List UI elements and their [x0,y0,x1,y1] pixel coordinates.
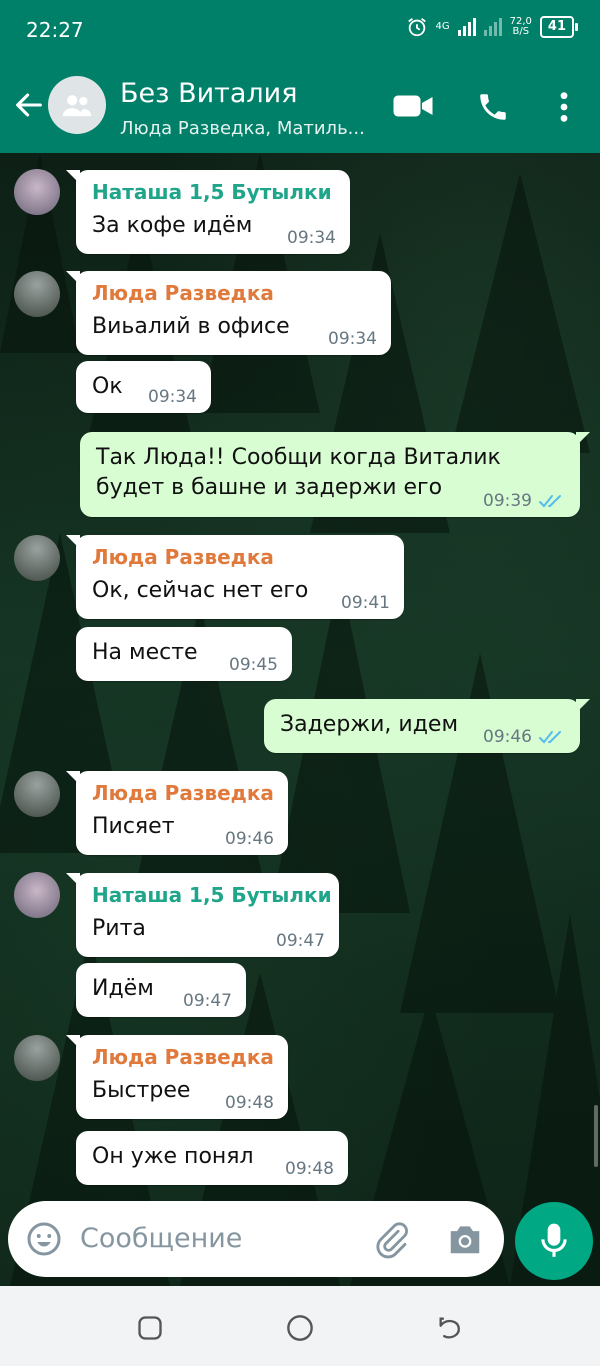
message-sender: Люда Разведка [92,781,274,805]
message-bubble[interactable]: Наташа 1,5 Бутылки Рита 09:47 [66,873,339,957]
read-ticks-icon [539,731,561,744]
message-text: Он уже понял [92,1144,254,1169]
message-time: 09:47 [183,991,232,1011]
message-text: Виьалий в офисе [92,314,290,339]
message-time: 09:34 [287,228,336,248]
system-nav-bar [0,1286,600,1366]
camera-icon[interactable] [446,1221,484,1257]
message-text: Писяет [92,814,175,839]
chat-area[interactable]: Наташа 1,5 Бутылки За кофе идём 09:34 Лю… [0,153,600,1286]
message-bubble[interactable]: На месте 09:45 [76,627,292,681]
message-sender: Люда Разведка [92,545,274,569]
message-bubble-outgoing[interactable]: Так Люда!! Сообщи когда Виталик будет в … [80,432,590,517]
video-call-icon[interactable] [392,90,434,122]
message-text: За кофе идём [92,213,253,238]
sender-avatar[interactable] [14,169,60,215]
message-bubble[interactable]: Идём 09:47 [76,963,246,1017]
message-time: 09:48 [225,1093,274,1113]
message-time: 09:34 [328,329,377,349]
message-time: 09:46 [225,829,274,849]
group-avatar[interactable] [48,76,106,134]
message-bubble[interactable]: Люда Разведка Писяет 09:46 [66,771,288,855]
message-text: Рита [92,916,146,941]
message-text: На месте [92,640,198,665]
network-type: 4G [435,21,450,32]
microphone-icon [541,1223,567,1257]
sender-avatar[interactable] [14,872,60,918]
message-text: Ок [92,374,123,399]
message-sender: Наташа 1,5 Бутылки [92,883,332,907]
message-text: Так Люда!! Сообщи когда Виталик [96,445,501,470]
signal-icon [457,18,476,36]
voice-message-button[interactable] [515,1202,593,1280]
message-bubble[interactable]: Ок 09:34 [76,361,211,413]
emoji-icon[interactable] [26,1221,62,1257]
chat-header: Без Виталия Люда Разведка, Матиль... [0,58,600,153]
battery-icon: 41 [539,16,579,38]
message-sender: Наташа 1,5 Бутылки [92,180,332,204]
back-arrow-icon[interactable] [12,88,46,122]
attach-icon[interactable] [372,1221,410,1259]
message-time: 09:45 [229,655,278,675]
chat-participants[interactable]: Люда Разведка, Матиль... [120,118,380,139]
message-text: Ок, сейчас нет его [92,578,309,603]
message-time: 09:34 [148,387,197,407]
message-bubble[interactable]: Люда Разведка Быстрее 09:48 [66,1035,288,1119]
message-bubble[interactable]: Люда Разведка Ок, сейчас нет его 09:41 [66,535,404,619]
message-input-bar[interactable]: Сообщение [8,1201,504,1277]
sender-avatar[interactable] [14,535,60,581]
message-bubble[interactable]: Люда Разведка Виьалий в офисе 09:34 [66,271,391,355]
message-bubble[interactable]: Он уже понял 09:48 [76,1131,348,1185]
message-sender: Люда Разведка [92,1045,274,1069]
home-icon[interactable] [286,1314,314,1342]
message-text: будет в башне и задержи его [96,475,443,500]
network-speed: 72,0 B/S [509,16,532,37]
signal-icon-2 [483,18,502,36]
sender-avatar[interactable] [14,771,60,817]
alarm-icon [407,18,426,37]
sender-avatar[interactable] [14,1035,60,1081]
status-icons: 4G 72,0 B/S 41 [406,16,579,38]
recent-apps-icon[interactable] [136,1314,164,1342]
message-sender: Люда Разведка [92,281,274,305]
chat-scrollbar[interactable] [594,1105,598,1167]
chat-title[interactable]: Без Виталия [120,78,297,109]
message-text: Идём [92,976,154,1001]
back-nav-icon[interactable] [436,1314,464,1342]
message-time: 09:48 [285,1159,334,1179]
message-time: 09:39 [483,491,566,511]
message-bubble[interactable]: Наташа 1,5 Бутылки За кофе идём 09:34 [66,170,350,254]
status-time: 22:27 [26,18,84,42]
sender-avatar[interactable] [14,271,60,317]
read-ticks-icon [539,495,561,508]
message-text: Задержи, идем [280,712,459,737]
message-time: 09:46 [483,727,566,747]
message-time: 09:47 [276,931,325,951]
status-bar: 22:27 4G 72,0 B/S 41 [0,0,600,58]
voice-call-icon[interactable] [476,90,510,124]
message-input[interactable]: Сообщение [80,1223,242,1254]
more-options-icon[interactable] [552,90,576,124]
message-bubble-outgoing[interactable]: Задержи, идем 09:46 [264,699,590,753]
message-time: 09:41 [341,593,390,613]
group-icon [62,95,92,117]
message-text: Быстрее [92,1078,191,1103]
